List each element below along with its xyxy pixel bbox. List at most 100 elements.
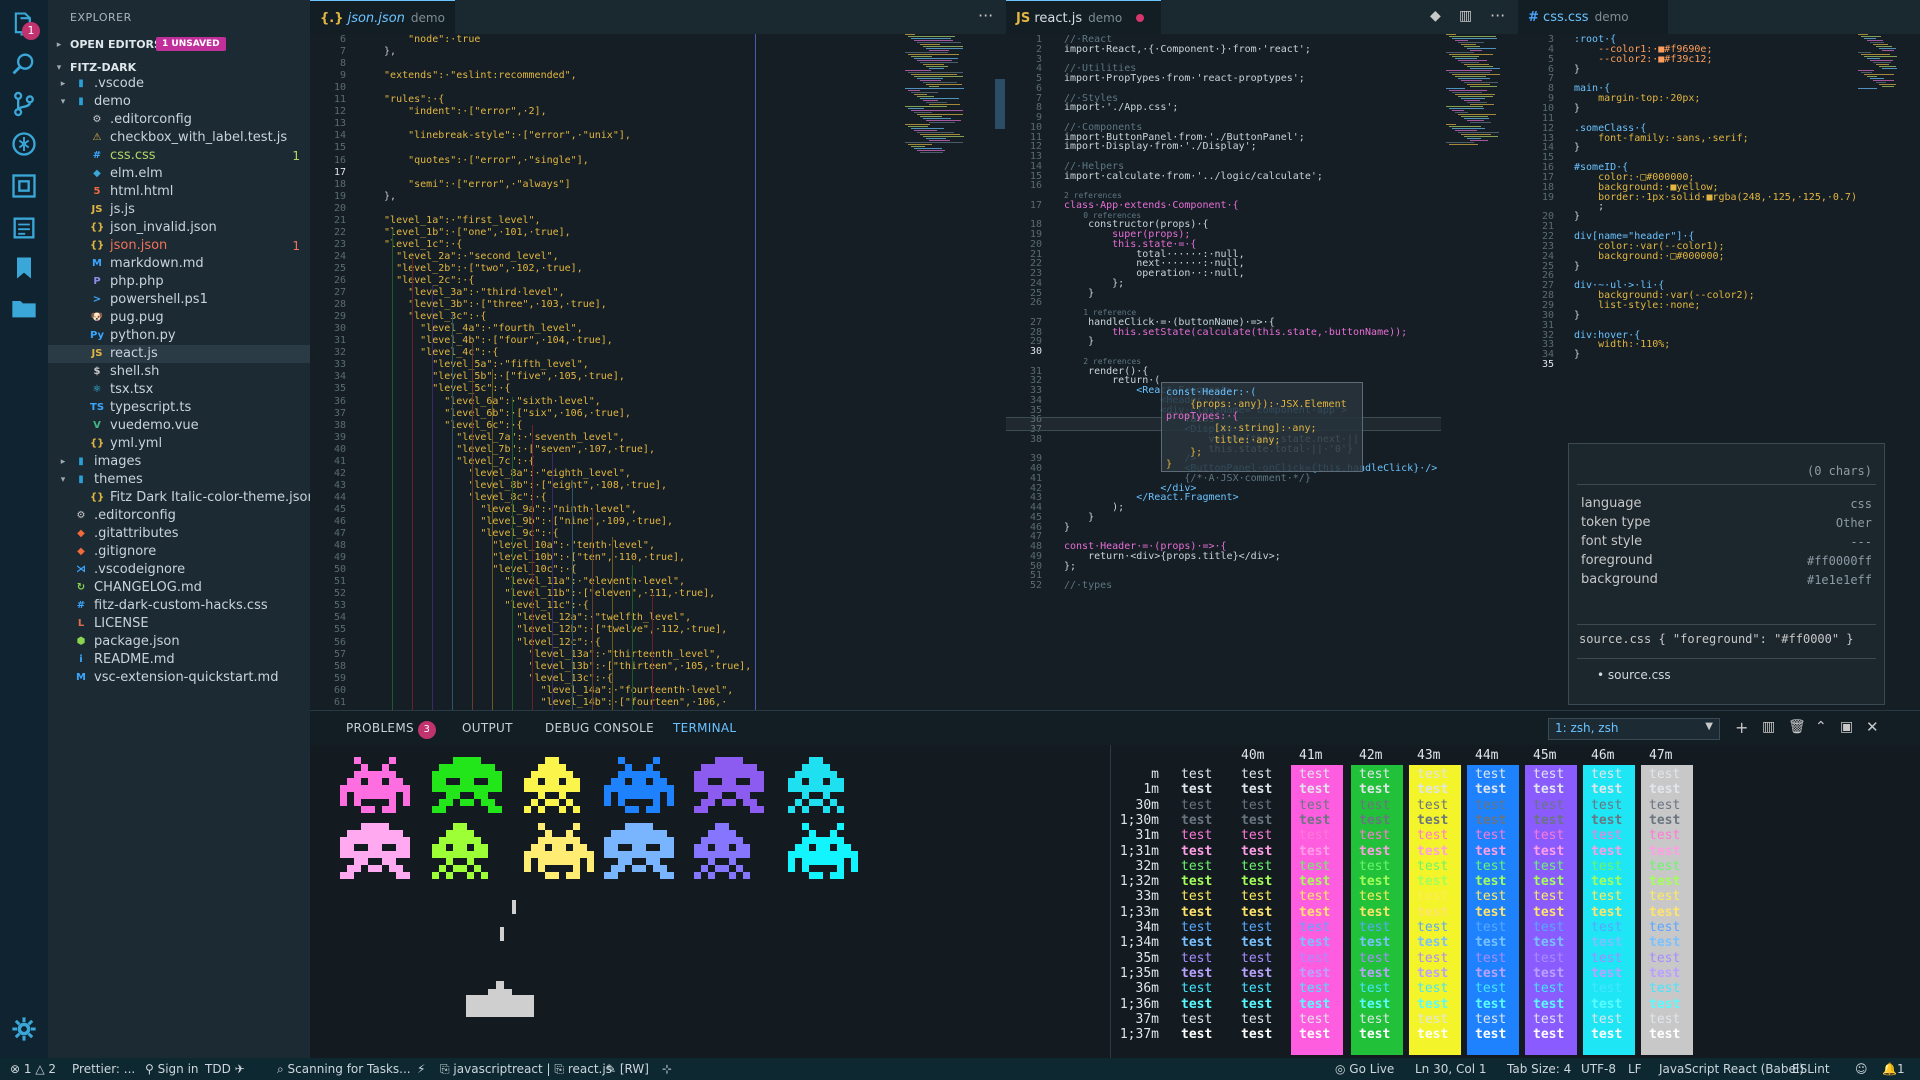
file-tree-item[interactable]: {} yml.yml xyxy=(48,435,310,453)
split-editor-icon[interactable]: ▥ xyxy=(1459,8,1472,24)
file-tree-item[interactable]: Mmarkdown.md xyxy=(48,255,310,273)
unsaved-badge: 1 UNSAVED xyxy=(156,37,226,51)
file-tree-item[interactable]: ⚙ .editorconfig xyxy=(48,111,310,129)
file-tree-item[interactable]: {} json_invalid.json xyxy=(48,219,310,237)
code-line: "level_10c":·{ xyxy=(372,564,577,576)
new-terminal-icon[interactable]: + xyxy=(1735,718,1748,737)
minimap-line xyxy=(1464,64,1489,65)
file-tree-item[interactable]: Vvuedemo.vue xyxy=(48,417,310,435)
tab-json[interactable]: {.} json.json demo xyxy=(310,0,455,35)
line-number: 30 xyxy=(333,323,346,335)
file-tree-item[interactable]: ⚠ checkbox_with_label.test.js xyxy=(48,129,310,147)
tab-problems[interactable]: PROBLEMS 3 xyxy=(346,711,436,746)
file-tree-item[interactable]: ↻ CHANGELOG.md xyxy=(48,579,310,597)
folder-icon[interactable] xyxy=(0,284,48,332)
tab-size[interactable]: Tab Size: 4 xyxy=(1507,1058,1571,1080)
code-line: }, xyxy=(372,190,397,202)
lightning-icon[interactable]: ⚡ xyxy=(417,1058,425,1080)
file-tree-item[interactable]: ▾ ▮ demo xyxy=(48,93,310,111)
terminal-right[interactable]: 40m 41m 42m 43m 44m 45m 46m 47m m test test test tes… xyxy=(1110,745,1920,1058)
tab-debug-console[interactable]: DEBUG CONSOLE xyxy=(545,711,654,746)
file-tree-item[interactable]: Py python.py xyxy=(48,327,310,345)
file-tree-item[interactable]: ◆ .gitattributes xyxy=(48,525,310,543)
trash-icon[interactable]: 🗑 xyxy=(1788,719,1806,735)
line-number: 19 xyxy=(333,190,346,202)
minimap-line xyxy=(1461,44,1476,45)
settings-gear-icon[interactable] xyxy=(0,1005,48,1053)
file-tree-item[interactable]: JS react.js xyxy=(48,345,310,363)
react-editor[interactable]: 1 2 3 4 5 6 7 8 9 10 11 12 13 14 15 16 17 18 19 20 21 22 23 24 2… xyxy=(1006,34,1518,710)
tooltip-line: } xyxy=(1166,459,1173,470)
more-actions-icon[interactable]: ··· xyxy=(978,6,993,25)
code-line: } xyxy=(1574,349,1581,361)
notifications-icon[interactable]: 🔔1 xyxy=(1882,1058,1905,1080)
tab-react[interactable]: JS react.js demo xyxy=(1006,0,1161,35)
file-tree-item[interactable]: # css.css 1 xyxy=(48,147,310,165)
file-tree-item[interactable]: TS typescript.ts xyxy=(48,399,310,417)
file-tree-item[interactable]: Mvsc-extension-quickstart.md xyxy=(48,669,310,687)
file-tree-item[interactable]: ⋊ .vscodeignore xyxy=(48,561,310,579)
file-tree-item[interactable]: > powershell.ps1 xyxy=(48,291,310,309)
file-tree-item[interactable]: {} Fitz Dark Italic-color-theme.json xyxy=(48,489,316,507)
file-tree-item[interactable]: ⬢ package.json xyxy=(48,633,310,651)
line-number: 35 xyxy=(333,383,346,395)
terminal-left[interactable] xyxy=(310,745,1110,1058)
eol[interactable]: LF xyxy=(1628,1058,1642,1080)
json-minimap[interactable] xyxy=(905,34,975,710)
terminal-select[interactable]: 1: zsh, zsh ▼ xyxy=(1548,718,1720,740)
encoding[interactable]: UTF-8 xyxy=(1581,1058,1616,1080)
file-tree-item[interactable]: 5 html.html xyxy=(48,183,310,201)
file-tree-item[interactable]: Pphp.php xyxy=(48,273,310,291)
file-tree-item[interactable]: i README.md xyxy=(48,651,310,669)
tab-terminal[interactable]: TERMINAL xyxy=(673,711,737,747)
color-test-cell: test xyxy=(1475,904,1507,920)
cursor-position[interactable]: Ln 30, Col 1 xyxy=(1415,1058,1487,1080)
close-icon[interactable]: ✕ xyxy=(1866,718,1879,736)
problems-status[interactable]: ⊗ 1 △ 2 xyxy=(10,1058,56,1080)
file-tree-item[interactable]: ⚛ tsx.tsx xyxy=(48,381,310,399)
file-tree-item[interactable]: ◆ elm.elm xyxy=(48,165,310,183)
sync-icon[interactable]: ⊹ xyxy=(662,1058,672,1080)
minimap-line xyxy=(920,44,940,45)
chevron-up-icon[interactable]: ⌃ xyxy=(1815,719,1827,735)
file-tree-label: php.php xyxy=(110,274,164,289)
split-terminal-icon[interactable]: ▥ xyxy=(1762,719,1775,735)
tab-output[interactable]: OUTPUT xyxy=(462,711,513,746)
language-file-status[interactable]: ⎘ javascriptreact | ⎘ react.js xyxy=(440,1058,612,1080)
tasks-status[interactable]: ⌕ Scanning for Tasks... xyxy=(277,1058,411,1080)
rw-status[interactable]: ✎ [RW] xyxy=(606,1058,649,1080)
debug-icon[interactable] xyxy=(0,120,48,168)
space-invaders-art xyxy=(340,757,858,1017)
react-minimap[interactable] xyxy=(1446,34,1506,710)
open-editors-section[interactable]: ▸ OPEN EDITORS 1 UNSAVED xyxy=(48,34,310,56)
eslint-status[interactable]: ESLint xyxy=(1792,1058,1830,1080)
sign-in-button[interactable]: ⚲ Sign in xyxy=(145,1058,199,1080)
file-tree-item[interactable]: ⚙ .editorconfig xyxy=(48,507,310,525)
file-tree-item[interactable]: L LICENSE xyxy=(48,615,310,633)
file-tree-item[interactable]: ▸ ▮ images xyxy=(48,453,310,471)
color-test-cell: test xyxy=(1181,920,1213,935)
language-mode[interactable]: JavaScript React (Babel) xyxy=(1659,1058,1804,1080)
file-tree-item[interactable]: # fitz-dark-custom-hacks.css xyxy=(48,597,310,615)
diff-icon[interactable]: ◆ xyxy=(1430,8,1441,24)
prettier-status[interactable]: Prettier: ... xyxy=(72,1058,135,1080)
file-tree-item[interactable]: 🐶 pug.pug xyxy=(48,309,310,327)
extensions-icon[interactable] xyxy=(0,162,48,210)
tab-css[interactable]: # css.css demo xyxy=(1518,0,1668,34)
json-editor[interactable]: 6 7 8 9 10 11 12 13 14 15 16 17 18 19 20 21 22 23 24 25 26 27… xyxy=(310,34,1006,710)
file-tree-item[interactable]: {} json.json 1 xyxy=(48,237,310,255)
more-actions-icon[interactable]: ··· xyxy=(1490,6,1505,25)
file-tree-item[interactable]: ▸ ▮ .vscode xyxy=(48,75,310,93)
smiley-icon[interactable]: ☺ xyxy=(1855,1058,1868,1080)
json-scrollbar-thumb[interactable] xyxy=(995,79,1005,129)
tdd-status[interactable]: TDD ✈ xyxy=(205,1058,245,1080)
panel-layout-icon[interactable]: ▣ xyxy=(1840,719,1853,735)
file-tree-item[interactable]: JS js.js xyxy=(48,201,310,219)
file-tree-item[interactable]: $ shell.sh xyxy=(48,363,310,381)
file-tree-item[interactable]: ◆ .gitignore xyxy=(48,543,310,561)
color-test-cell: test xyxy=(1591,858,1623,874)
go-live-button[interactable]: ◎ Go Live xyxy=(1335,1058,1394,1080)
minimap-line xyxy=(1452,74,1500,75)
player-ship xyxy=(466,981,534,1017)
file-tree-item[interactable]: ▾ ▮ themes xyxy=(48,471,310,489)
